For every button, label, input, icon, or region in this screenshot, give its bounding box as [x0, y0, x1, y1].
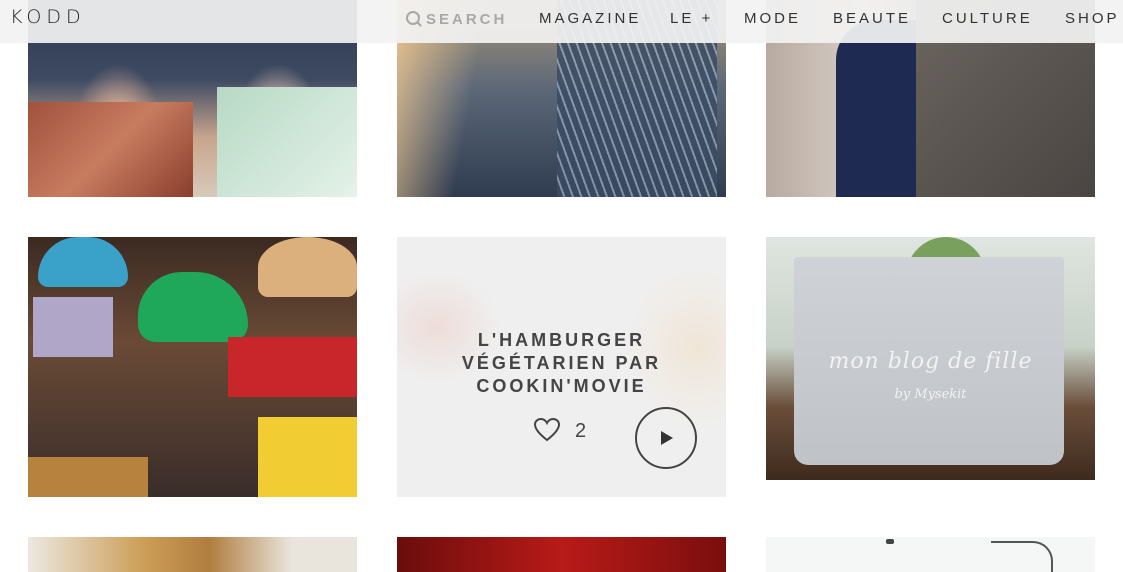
play-icon[interactable]	[635, 407, 697, 469]
nav-item-beaute[interactable]: BEAUTE	[833, 10, 911, 27]
article-tile-featured-video[interactable]: L'HAMBURGER VÉGÉTARIEN PAR COOKIN'MOVIE …	[397, 237, 726, 497]
search-label: SEARCH	[426, 11, 508, 28]
tile-image-detail	[258, 237, 357, 297]
top-navigation-bar: KODD SEARCH MAGAZINE LE + MODE BEAUTE CU…	[0, 0, 1123, 43]
article-tile-blonde-hair[interactable]	[28, 537, 357, 572]
nav-item-mode[interactable]: MODE	[744, 10, 801, 27]
article-tile-blog-pouch[interactable]: mon blog de fille by Mysekit	[766, 237, 1095, 480]
tile-image-detail	[28, 457, 148, 497]
nav-item-culture[interactable]: CULTURE	[942, 10, 1033, 27]
tile-image-detail	[886, 539, 894, 544]
heart-icon[interactable]	[534, 418, 560, 442]
tile-image-detail	[991, 541, 1053, 572]
search-icon	[406, 11, 420, 25]
tile-image-detail	[217, 87, 357, 197]
nav-item-shop[interactable]: SHOP	[1065, 10, 1120, 27]
search-button[interactable]: SEARCH	[406, 10, 507, 28]
article-tile-red-photo[interactable]	[397, 537, 726, 572]
pouch-print-text: mon blog de fille	[828, 349, 1033, 374]
tile-image-detail	[138, 272, 248, 342]
article-tile-lamp-wire[interactable]	[766, 537, 1095, 572]
nav-item-magazine[interactable]: MAGAZINE	[539, 10, 641, 27]
tile-image-detail	[228, 337, 357, 397]
tile-image-detail	[33, 297, 113, 357]
tile-image-detail	[258, 417, 357, 497]
tile-image-detail	[38, 237, 128, 287]
article-title[interactable]: L'HAMBURGER VÉGÉTARIEN PAR COOKIN'MOVIE	[397, 329, 726, 398]
nav-item-le-plus[interactable]: LE +	[670, 10, 713, 27]
tile-image-detail	[28, 102, 193, 197]
pouch-print-subtext: by Mysekit	[894, 387, 967, 402]
article-tile-crowd-photo[interactable]	[28, 237, 357, 497]
site-logo[interactable]: KODD	[10, 6, 86, 28]
like-count: 2	[575, 420, 588, 442]
